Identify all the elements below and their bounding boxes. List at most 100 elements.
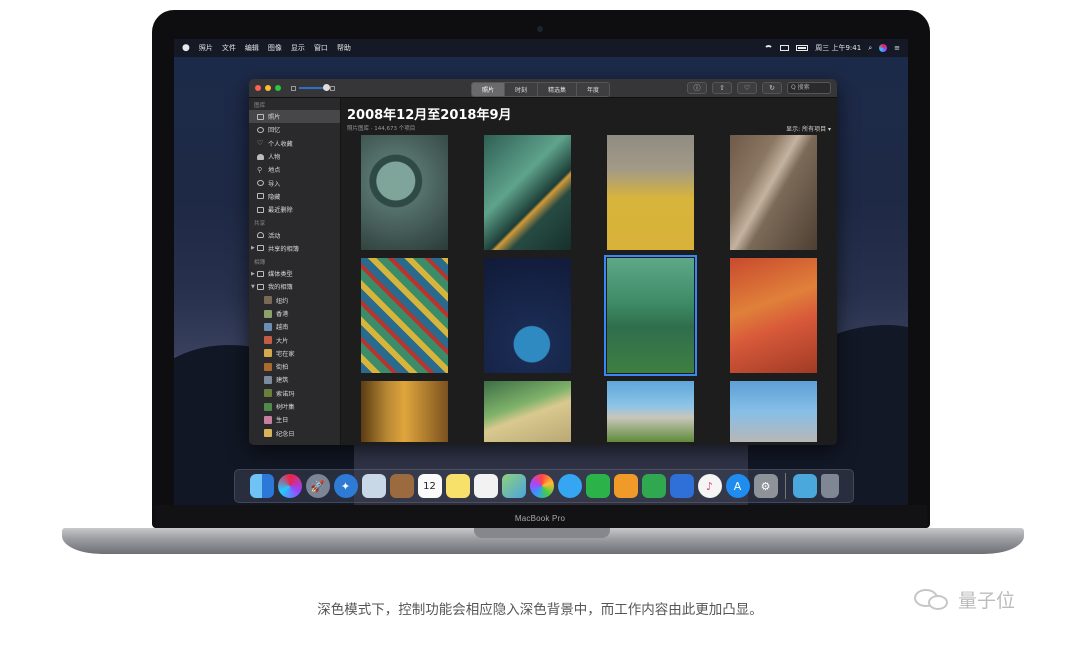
safari-icon[interactable]: ✦ <box>333 474 358 498</box>
menu-photos[interactable]: 照片 <box>199 43 213 53</box>
tab-years[interactable]: 年度 <box>577 83 610 96</box>
menu-image[interactable]: 图像 <box>268 43 282 53</box>
pin-icon: ⚲ <box>257 165 263 174</box>
screen: ● 照片 文件 编辑 图像 显示 窗口 帮助 周三 上午9:41 ⌕ ≡ 照片 … <box>174 39 908 505</box>
view-tabs: 照片 时刻 精选集 年度 <box>471 82 611 97</box>
favorite-button[interactable]: ♡ <box>737 82 757 94</box>
library-count: 照片图库 · 144,673 个项目 <box>347 126 416 132</box>
photo-thumbnail[interactable] <box>730 135 817 250</box>
search-input[interactable]: Q 搜索 <box>787 82 831 94</box>
menubar-clock[interactable]: 周三 上午9:41 <box>815 43 861 53</box>
stage: ● 照片 文件 编辑 图像 显示 窗口 帮助 周三 上午9:41 ⌕ ≡ 照片 … <box>0 0 1080 647</box>
spotlight-icon[interactable]: ⌕ <box>868 44 872 53</box>
zoom-button[interactable] <box>275 85 281 91</box>
zoom-slider[interactable] <box>291 84 335 91</box>
keynote-icon[interactable] <box>669 474 694 498</box>
album-thumbnail <box>264 322 272 331</box>
album-item[interactable]: 大片 <box>249 333 340 346</box>
sidebar-item-media-types[interactable]: ▶ 媒体类型 <box>249 267 340 280</box>
photo-thumbnail[interactable] <box>361 135 448 250</box>
notification-center-icon[interactable]: ≡ <box>894 44 900 52</box>
sidebar-item-my-albums[interactable]: ▼ 我的相簿 <box>249 280 340 293</box>
cloud-icon <box>257 232 264 239</box>
downloads-icon[interactable] <box>792 474 817 498</box>
album-item[interactable]: 树叶集 <box>249 400 340 413</box>
wifi-icon[interactable] <box>764 44 774 52</box>
minimize-button[interactable] <box>265 85 271 91</box>
photo-thumbnail[interactable] <box>607 135 694 250</box>
album-item[interactable]: 纪念日 <box>249 427 340 440</box>
info-button[interactable]: ⓘ <box>687 82 707 94</box>
itunes-icon[interactable]: ♪ <box>697 474 722 498</box>
launchpad-icon[interactable]: 🚀 <box>305 474 330 498</box>
menu-view[interactable]: 显示 <box>291 43 305 53</box>
numbers-icon[interactable] <box>641 474 666 498</box>
system-preferences-icon[interactable]: ⚙ <box>753 474 778 498</box>
sidebar-item-photos[interactable]: 照片 <box>249 110 340 124</box>
album-item[interactable]: 建筑 <box>249 373 340 386</box>
album-item[interactable]: 生日 <box>249 413 340 426</box>
photo-thumbnail[interactable] <box>484 135 571 250</box>
dock-separator <box>784 473 786 499</box>
pages-icon[interactable] <box>613 474 638 498</box>
album-thumbnail <box>264 362 272 371</box>
reminders-icon[interactable] <box>473 474 498 498</box>
photo-thumbnail[interactable] <box>484 381 571 442</box>
watermark: 量子位 <box>914 586 1015 613</box>
photo-thumbnail[interactable] <box>730 381 817 442</box>
album-item[interactable]: 宅在家 <box>249 347 340 360</box>
sidebar-item-activity[interactable]: 活动 <box>249 228 340 241</box>
menu-window[interactable]: 窗口 <box>314 43 328 53</box>
album-item[interactable]: 香港 <box>249 307 340 320</box>
apple-menu-icon[interactable]: ● <box>182 43 190 53</box>
camera <box>537 26 543 32</box>
photo-thumbnail[interactable] <box>604 255 697 376</box>
rotate-button[interactable]: ↻ <box>762 82 782 94</box>
notes-icon[interactable] <box>445 474 470 498</box>
sidebar-item-hidden[interactable]: 隐藏 <box>249 190 340 203</box>
photos-icon[interactable] <box>529 474 554 498</box>
album-item[interactable]: 越南 <box>249 320 340 333</box>
menu-help[interactable]: 帮助 <box>337 43 351 53</box>
album-item[interactable]: 索诺玛 <box>249 387 340 400</box>
sidebar-item-recently-deleted[interactable]: 最近删除 <box>249 203 340 216</box>
airplay-icon[interactable] <box>780 45 790 51</box>
trash-icon[interactable] <box>820 474 839 498</box>
battery-icon[interactable] <box>796 45 809 51</box>
photo-thumbnail[interactable] <box>607 381 694 442</box>
show-filter-dropdown[interactable]: 显示: 所有项目 ▾ <box>786 124 831 133</box>
photos-icon <box>257 113 264 120</box>
photo-thumbnail[interactable] <box>730 258 817 373</box>
contacts-icon[interactable] <box>389 474 414 498</box>
menu-edit[interactable]: 编辑 <box>245 43 259 53</box>
mail-icon[interactable] <box>361 474 386 498</box>
photo-thumbnail[interactable] <box>361 381 448 442</box>
maps-icon[interactable] <box>501 474 526 498</box>
sidebar-item-imports[interactable]: 导入 <box>249 176 340 189</box>
photo-thumbnail[interactable] <box>361 258 448 373</box>
sidebar-item-shared-albums[interactable]: ▶ 共享的相簿 <box>249 242 340 255</box>
sidebar-item-memories[interactable]: 回忆 <box>249 123 340 136</box>
sidebar: 图库 照片 回忆 ♡ 个人收藏 人物 ⚲ 地点 导入 隐藏 最近删除 共享 活动 ▶… <box>249 98 341 445</box>
album-item[interactable]: 纽约 <box>249 294 340 307</box>
sidebar-item-places[interactable]: ⚲ 地点 <box>249 163 340 176</box>
finder-icon[interactable] <box>249 474 274 498</box>
facetime-icon[interactable] <box>585 474 610 498</box>
close-button[interactable] <box>255 85 261 91</box>
siri-icon[interactable] <box>277 474 302 498</box>
share-button[interactable]: ⇧ <box>712 82 732 94</box>
siri-icon[interactable] <box>879 44 888 52</box>
menu-file[interactable]: 文件 <box>222 43 236 53</box>
photo-thumbnail[interactable] <box>484 258 571 373</box>
tab-collections[interactable]: 精选集 <box>538 83 578 96</box>
calendar-icon[interactable]: 12 <box>417 474 442 498</box>
sidebar-item-people[interactable]: 人物 <box>249 150 340 163</box>
app-store-icon[interactable]: A <box>725 474 750 498</box>
tab-photos[interactable]: 照片 <box>472 83 506 96</box>
album-item[interactable]: 街拍 <box>249 360 340 373</box>
messages-icon[interactable] <box>557 474 582 498</box>
tab-moments[interactable]: 时刻 <box>505 83 539 96</box>
photos-window: 照片 时刻 精选集 年度 ⓘ ⇧ ♡ ↻ Q 搜索 图库 照片 回忆 ♡ 个人收藏 <box>249 79 837 445</box>
sidebar-item-favorites[interactable]: ♡ 个人收藏 <box>249 137 340 150</box>
album-thumbnail <box>264 429 272 438</box>
